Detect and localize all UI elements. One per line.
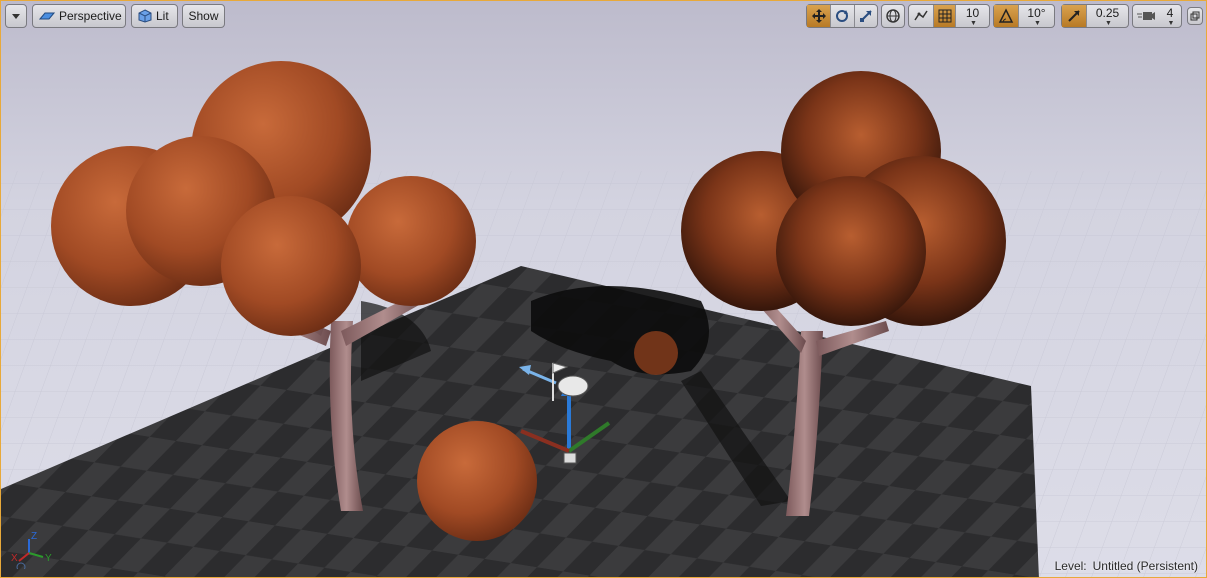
caret-down-icon: ▼ xyxy=(970,19,977,27)
rotate-icon xyxy=(834,8,850,24)
scale-mode-button[interactable] xyxy=(853,5,877,27)
show-button[interactable]: Show xyxy=(182,4,225,28)
grid-snap-value-dropdown[interactable]: 10 ▼ xyxy=(955,5,989,27)
rotate-mode-button[interactable] xyxy=(830,5,853,27)
camera-speed-value: 4 xyxy=(1166,5,1174,20)
caret-down-icon: ▼ xyxy=(1105,19,1112,27)
scale-snap-value-dropdown[interactable]: 0.25 ▼ xyxy=(1086,5,1128,27)
perspective-label: Perspective xyxy=(59,9,122,23)
grid-snap-toggle[interactable] xyxy=(933,5,955,27)
rotation-snap-toggle[interactable] xyxy=(994,5,1018,27)
restore-window-icon xyxy=(1190,11,1200,21)
lit-cube-icon xyxy=(138,9,152,23)
camera-icon xyxy=(39,10,55,22)
level-status: Level: Untitled (Persistent) xyxy=(1055,559,1198,573)
translate-mode-button[interactable] xyxy=(807,5,831,27)
view-mode-button[interactable]: Lit xyxy=(131,4,178,28)
viewport-options-button[interactable] xyxy=(5,4,27,28)
grid-snap-group: 10 ▼ xyxy=(908,4,990,28)
coordinate-system-button[interactable] xyxy=(881,4,905,28)
rotation-snap-group: 10° ▼ xyxy=(993,4,1055,28)
level-label: Level: xyxy=(1054,559,1087,573)
rotation-snap-value-dropdown[interactable]: 10° ▼ xyxy=(1018,5,1054,27)
scale-snap-toggle[interactable] xyxy=(1062,5,1086,27)
caret-down-icon: ▼ xyxy=(1167,19,1175,27)
level-name: Untitled (Persistent) xyxy=(1092,559,1198,573)
surface-snap-icon xyxy=(913,8,929,24)
perspective-button[interactable]: Perspective xyxy=(32,4,126,28)
maximize-viewport-button[interactable] xyxy=(1187,7,1203,25)
scale-icon xyxy=(858,8,874,24)
axis-indicator: Z Y X xyxy=(11,531,52,569)
surface-snap-button[interactable] xyxy=(909,5,933,27)
rotation-snap-value: 10° xyxy=(1027,5,1046,20)
angle-icon xyxy=(998,8,1014,24)
help-icon xyxy=(16,562,26,569)
scale-snap-icon xyxy=(1066,8,1082,24)
show-label: Show xyxy=(188,9,219,23)
scale-snap-group: 0.25 ▼ xyxy=(1061,4,1129,28)
globe-icon xyxy=(885,8,901,24)
axis-y-label: Y xyxy=(45,553,52,564)
camera-speed-button[interactable]: 4 ▼ xyxy=(1132,4,1182,28)
scale-snap-value: 0.25 xyxy=(1095,5,1120,20)
grid-icon xyxy=(938,9,952,23)
camera-speed-icon xyxy=(1137,9,1155,23)
caret-down-icon: ▼ xyxy=(1034,19,1041,27)
lit-label: Lit xyxy=(156,9,169,23)
axis-z-label: Z xyxy=(31,531,37,542)
move-arrows-icon xyxy=(811,8,827,24)
grid-snap-value: 10 xyxy=(965,5,980,20)
scene-render[interactable] xyxy=(1,1,1207,578)
axis-x-label: X xyxy=(11,553,18,564)
level-viewport[interactable]: Perspective Lit Show 10 ▼ 10° ▼ 0.25 ▼ 4… xyxy=(0,0,1207,578)
transform-tools-group xyxy=(806,4,878,28)
chevron-down-icon xyxy=(11,12,21,20)
